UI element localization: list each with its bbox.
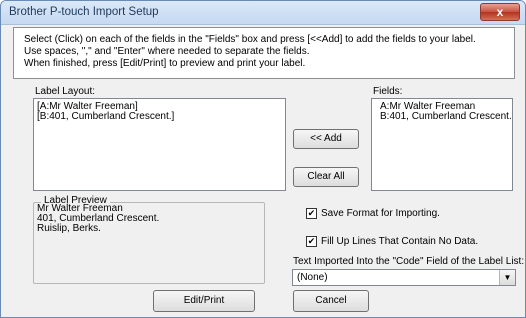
fill-up-lines-checkbox[interactable]: ✔ [306,236,317,247]
preview-line-3: Ruislip, Berks. [37,223,101,234]
instruction-line-1: Select (Click) on each of the fields in … [24,34,476,45]
instructions-panel: Select (Click) on each of the fields in … [13,27,515,79]
window-title: Brother P-touch Import Setup [9,6,159,18]
add-button[interactable]: << Add [293,129,359,149]
code-field-selected-value: (None) [297,272,328,283]
edit-print-button[interactable]: Edit/Print [153,290,255,312]
save-format-checkbox[interactable]: ✔ [306,208,317,219]
label-layout-line-2: [B:401, Cumberland Crescent.] [37,111,175,122]
fields-listbox[interactable]: A:Mr Walter Freeman B:401, Cumberland Cr… [371,98,513,191]
fill-up-lines-label[interactable]: Fill Up Lines That Contain No Data. [321,236,478,247]
close-icon: x [496,5,504,19]
import-setup-dialog: Brother P-touch Import Setup x Select (C… [0,0,526,318]
instruction-line-2: Use spaces, "," and "Enter" where needed… [24,46,310,57]
save-format-label[interactable]: Save Format for Importing. [321,208,440,219]
cancel-button[interactable]: Cancel [293,290,369,312]
chevron-down-icon[interactable]: ▼ [499,270,515,285]
label-layout-label: Label Layout: [35,86,96,97]
title-bar[interactable]: Brother P-touch Import Setup x [1,1,525,25]
fields-label: Fields: [373,86,403,97]
checkmark-icon: ✔ [307,208,316,218]
close-button[interactable]: x [480,3,520,21]
clear-all-button[interactable]: Clear All [293,167,359,187]
fields-list-item[interactable]: B:401, Cumberland Crescent. [380,112,512,122]
instruction-line-3: When finished, press [Edit/Print] to pre… [24,58,306,69]
code-field-label: Text Imported Into the "Code" Field of t… [293,256,525,267]
label-layout-textarea[interactable]: [A:Mr Walter Freeman] [B:401, Cumberland… [33,98,286,191]
checkmark-icon: ✔ [307,236,316,246]
code-field-select[interactable]: (None) ▼ [292,269,516,286]
